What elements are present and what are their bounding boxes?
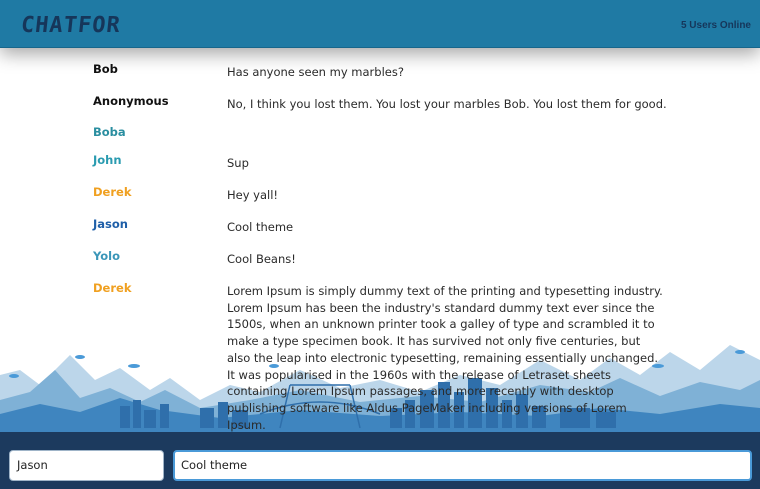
- message-text: Cool Beans!: [227, 252, 296, 266]
- message-author: John: [93, 153, 122, 167]
- message-author: Bob: [93, 62, 118, 76]
- message-author: Boba: [93, 125, 126, 139]
- message-text: Lorem Ipsum is simply dummy text of the …: [227, 284, 663, 432]
- message-author: Yolo: [93, 249, 121, 263]
- message-text: No, I think you lost them. You lost your…: [227, 97, 667, 111]
- message-text: Sup: [227, 156, 249, 170]
- message-list[interactable]: Bob Has anyone seen my marbles? Anonymou…: [0, 48, 760, 432]
- message-author: Anonymous: [93, 94, 169, 108]
- message-author: Jason: [93, 217, 128, 231]
- message-text: Hey yall!: [227, 188, 279, 202]
- app-logo: CHATFOR: [19, 13, 123, 38]
- message-author: Derek: [93, 185, 132, 199]
- users-online-count: 5 Users Online: [680, 20, 751, 31]
- message-input[interactable]: Cool theme: [173, 450, 752, 481]
- message-author: Derek: [93, 281, 132, 295]
- app-header: CHATFOR 5 Users Online: [0, 0, 760, 48]
- message-text: Cool theme: [227, 220, 294, 234]
- username-input[interactable]: Jason: [9, 450, 164, 481]
- message-text: Has anyone seen my marbles?: [227, 65, 404, 79]
